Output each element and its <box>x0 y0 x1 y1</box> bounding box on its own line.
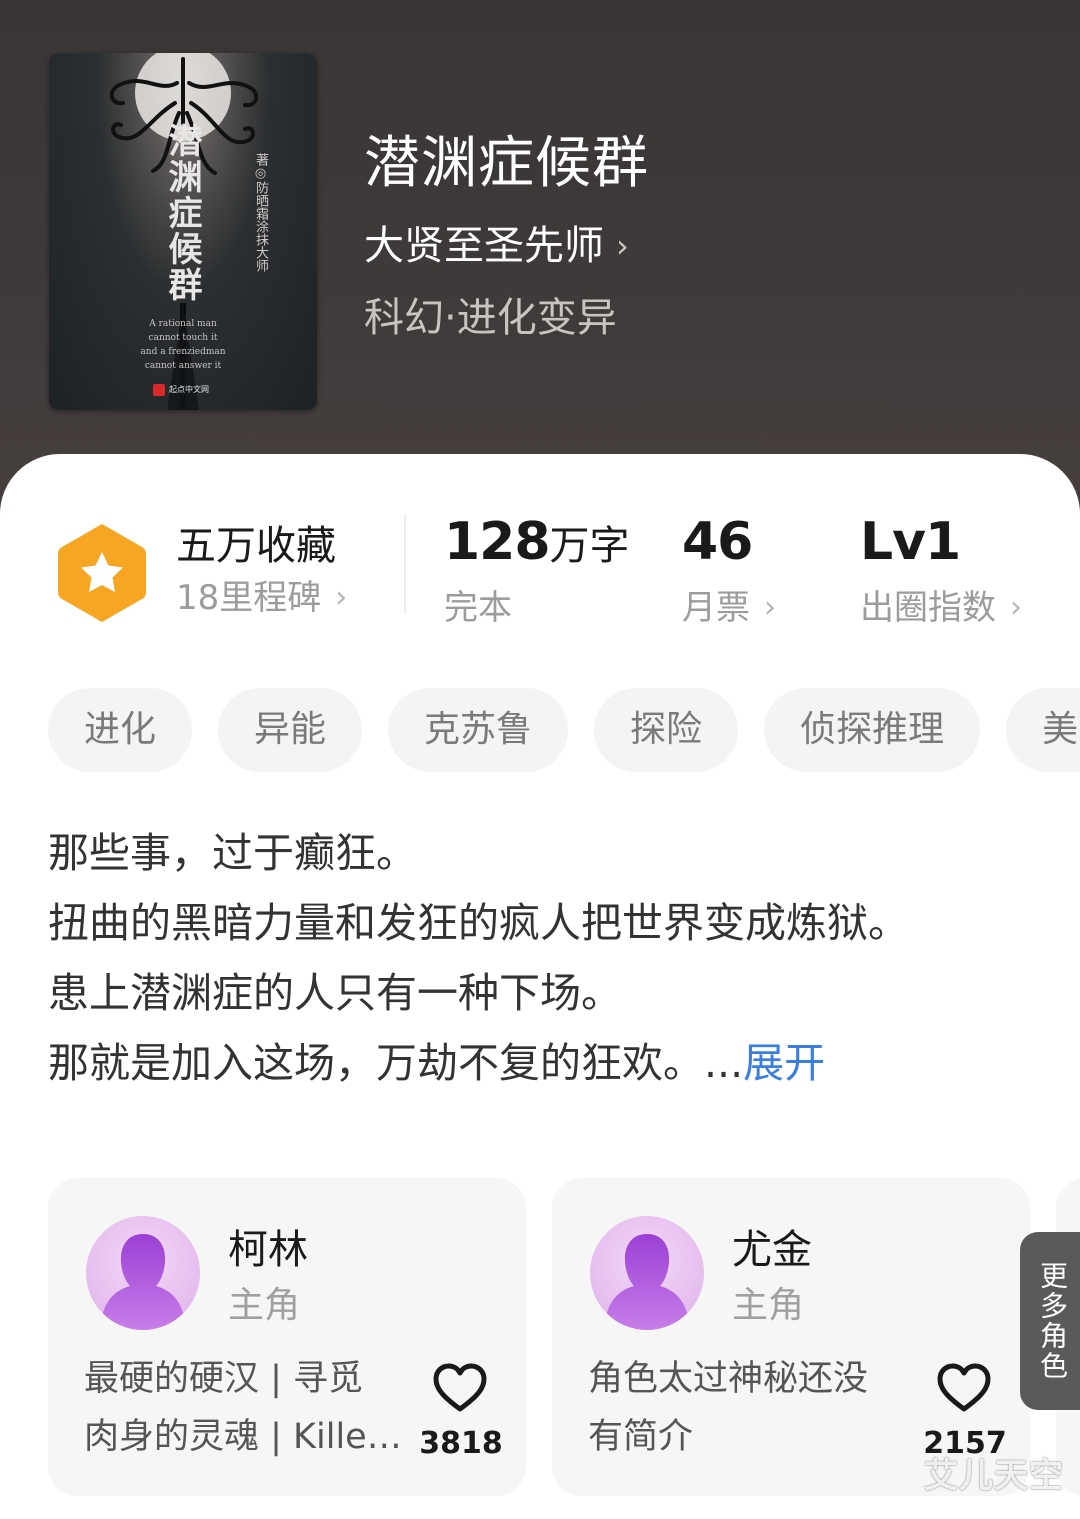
collection-label: 五万收藏 <box>176 523 336 569</box>
book-cover[interactable]: 潜渊症候群 著◎防晒霜涂抹大师 A rational man cannot to… <box>49 53 317 410</box>
watermark: 艾儿天空 <box>924 1456 1064 1496</box>
book-header: 潜渊症候群 著◎防晒霜涂抹大师 A rational man cannot to… <box>0 0 1080 520</box>
role-name: 尤金 <box>732 1227 812 1273</box>
role-carousel: 柯林 主角 最硬的硬汉 | 寻觅 肉身的灵魂 | Killer... 3818 <box>48 1178 1080 1498</box>
like-count: 3818 <box>419 1426 503 1461</box>
expand-link[interactable]: 展开 <box>743 1039 825 1087</box>
tag-chip[interactable]: 异能 <box>218 688 363 772</box>
completion-label: 完本 <box>444 588 512 628</box>
more-roles-label: 更多角色 <box>1036 1261 1069 1381</box>
tag-chip[interactable]: 进化 <box>48 688 193 772</box>
synopsis-line: 那些事，过于癫狂。 <box>48 829 417 877</box>
role-type: 主角 <box>228 1285 301 1326</box>
monthly-votes-label: 月票 <box>682 588 750 628</box>
milestone-label: 18里程碑 <box>176 578 322 618</box>
synopsis-line: 扭曲的黑暗力量和发狂的疯人把世界变成炼狱。 <box>48 899 909 947</box>
book-title: 潜渊症候群 <box>364 131 649 196</box>
person-silhouette-icon <box>100 1234 186 1330</box>
role-description-line: 肉身的灵魂 | Killer... <box>84 1417 404 1457</box>
stats-row: 五万收藏 18里程碑 › 128万字 完本 46 月票 › Lv1 出圈指数 › <box>0 454 1080 674</box>
monthly-votes-value: 46 <box>682 512 753 572</box>
tag-chip[interactable]: 克苏鲁 <box>388 688 569 772</box>
heart-outline-icon[interactable] <box>936 1362 992 1414</box>
role-description: 最硬的硬汉 | 寻觅 肉身的灵魂 | Killer... <box>84 1350 404 1466</box>
author-link[interactable]: 大贤至圣先师 › <box>364 218 629 274</box>
book-genre: 科幻·进化变异 <box>364 295 617 341</box>
role-description-line: 角色太过神秘还没 <box>588 1359 869 1399</box>
role-name: 柯林 <box>228 1227 308 1273</box>
synopsis-line: 患上潜渊症的人只有一种下场。 <box>48 969 622 1017</box>
role-type: 主角 <box>732 1285 805 1326</box>
chevron-right-icon: › <box>335 580 348 615</box>
cover-title: 潜渊症候群 <box>162 123 202 303</box>
tag-chip[interactable]: 侦探推理 <box>764 688 981 772</box>
monthly-votes-count: 46 <box>682 512 753 574</box>
more-roles-button[interactable]: 更多角色 <box>1020 1232 1080 1410</box>
milestone-link[interactable]: 18里程碑 › <box>176 574 347 622</box>
synopsis-last-line: 那就是加入这场，万劫不复的狂欢。...展开 <box>48 1028 1048 1098</box>
role-description-line: 有简介 <box>588 1417 694 1457</box>
synopsis-line: 那就是加入这场，万劫不复的狂欢。... <box>48 1039 744 1087</box>
tag-list: 进化 异能 克苏鲁 探险 侦探推理 美漫 <box>48 688 1080 772</box>
role-card[interactable]: 柯林 主角 最硬的硬汉 | 寻觅 肉身的灵魂 | Killer... 3818 <box>48 1178 526 1496</box>
author-name: 大贤至圣先师 <box>364 223 604 269</box>
breakout-index-label: 出圈指数 <box>860 588 996 628</box>
star-hexagon-icon <box>58 524 146 622</box>
tag-chip[interactable]: 探险 <box>594 688 739 772</box>
monthly-votes-link[interactable]: 月票 › <box>682 584 776 632</box>
book-info-card: 五万收藏 18里程碑 › 128万字 完本 46 月票 › Lv1 出圈指数 ›… <box>0 454 1080 1519</box>
word-count-unit: 万字 <box>549 523 630 569</box>
word-count-number: 128 <box>444 512 551 572</box>
word-count: 128万字 <box>444 514 630 574</box>
synopsis: 那些事，过于癫狂。 扭曲的黑暗力量和发狂的疯人把世界变成炼狱。 患上潜渊症的人只… <box>48 818 1048 1098</box>
person-silhouette-icon <box>604 1234 690 1330</box>
tag-chip[interactable]: 美漫 <box>1006 688 1080 772</box>
breakout-index-value: Lv1 <box>860 512 961 572</box>
cover-publisher-logo: 起点中文网 <box>153 383 209 397</box>
completion-status: 完本 <box>444 584 512 632</box>
chevron-right-icon: › <box>1010 590 1022 625</box>
heart-outline-icon[interactable] <box>432 1362 488 1414</box>
avatar <box>590 1216 704 1330</box>
cover-tagline: A rational man cannot touch it and a fre… <box>140 319 226 371</box>
cover-author: 著◎防晒霜涂抹大师 <box>253 153 268 272</box>
stats-divider <box>404 514 406 614</box>
role-card[interactable]: 尤金 主角 角色太过神秘还没 有简介 2157 <box>552 1178 1030 1496</box>
breakout-index: Lv1 <box>860 512 961 574</box>
role-description-line: 最硬的硬汉 | 寻觅 <box>84 1359 364 1399</box>
book-detail-page: 潜渊症候群 著◎防晒霜涂抹大师 A rational man cannot to… <box>0 0 1080 1519</box>
role-description: 角色太过神秘还没 有简介 <box>588 1350 908 1466</box>
avatar <box>86 1216 200 1330</box>
breakout-index-link[interactable]: 出圈指数 › <box>860 584 1022 632</box>
chevron-right-icon: › <box>616 227 629 265</box>
chevron-right-icon: › <box>764 590 776 625</box>
